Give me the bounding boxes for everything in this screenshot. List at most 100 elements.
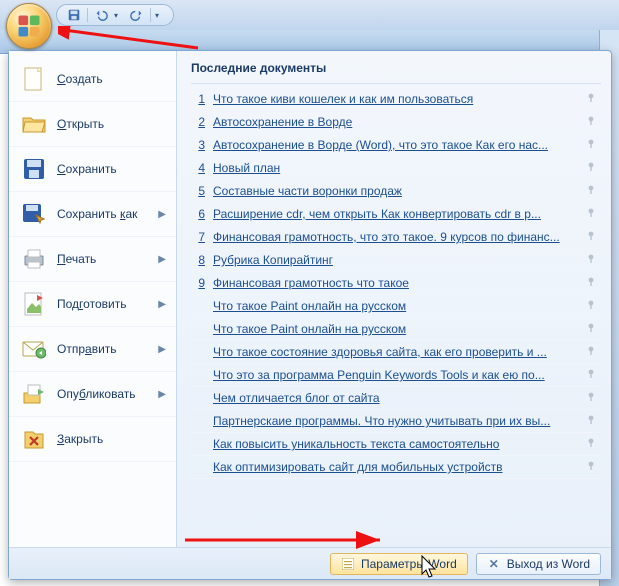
pin-icon[interactable] [585, 391, 599, 405]
recent-document-item[interactable]: 7 Финансовая грамотность, что это такое. … [191, 226, 601, 249]
menu-item-save-as[interactable]: Сохранить как ▶ [9, 192, 176, 237]
recent-doc-number: 4 [193, 161, 205, 175]
qat-redo-button[interactable] [128, 6, 146, 24]
office-menu-footer: Параметры Word ✕ Выход из Word [9, 547, 611, 579]
prepare-icon [21, 291, 47, 317]
recent-document-item[interactable]: 5Составные части воронки продаж [191, 180, 601, 203]
recent-doc-number: 6 [193, 207, 205, 221]
pin-icon[interactable] [585, 138, 599, 152]
menu-item-label: Открыть [57, 117, 166, 131]
pin-icon[interactable] [585, 437, 599, 451]
submenu-caret-icon: ▶ [158, 344, 166, 355]
qat-save-button[interactable] [65, 6, 83, 24]
menu-item-new[interactable]: Создать [9, 57, 176, 102]
pin-icon[interactable] [585, 299, 599, 313]
menu-item-label: Подготовить [57, 297, 148, 311]
recent-doc-number: 9 [193, 276, 205, 290]
recent-doc-label: Что такое Paint онлайн на русском [213, 299, 577, 313]
publish-icon [21, 381, 47, 407]
pin-icon[interactable] [585, 253, 599, 267]
pin-icon[interactable] [585, 460, 599, 474]
recent-doc-label: Новый план [213, 161, 577, 175]
open-folder-icon [21, 111, 47, 137]
recent-doc-label: Что такое Paint онлайн на русском [213, 322, 577, 336]
pin-icon[interactable] [585, 414, 599, 428]
pin-icon[interactable] [585, 161, 599, 175]
recent-document-item[interactable]: 6Расширение cdr, чем открыть Как конверт… [191, 203, 601, 226]
recent-document-item[interactable]: Что это за программа Penguin Keywords To… [191, 364, 601, 387]
recent-document-item[interactable]: 9Финансовая грамотность что такое [191, 272, 601, 295]
submenu-caret-icon: ▶ [158, 389, 166, 400]
recent-document-item[interactable]: Что такое Paint онлайн на русском [191, 295, 601, 318]
menu-item-label: Опубликовать [57, 387, 148, 401]
close-icon: ✕ [487, 557, 501, 571]
recent-doc-label: Финансовая грамотность, что это такое. 9… [213, 230, 577, 244]
recent-doc-label: Как оптимизировать сайт для мобильных ус… [213, 460, 577, 474]
recent-doc-label: Что такое киви кошелек и как им пользова… [213, 92, 577, 106]
menu-item-print[interactable]: Печать ▶ [9, 237, 176, 282]
pin-icon[interactable] [585, 368, 599, 382]
office-menu-body: Создать Открыть Сохранить Сохранить как [9, 51, 611, 547]
menu-item-open[interactable]: Открыть [9, 102, 176, 147]
recent-doc-number: 3 [193, 138, 205, 152]
pin-icon[interactable] [585, 184, 599, 198]
recent-doc-label: Партнерскаие программы. Что нужно учитыв… [213, 414, 577, 428]
recent-documents-panel: Последние документы 1Что такое киви коше… [177, 51, 611, 547]
recent-doc-number: 2 [193, 115, 205, 129]
menu-item-close[interactable]: Закрыть [9, 417, 176, 462]
recent-document-item[interactable]: Чем отличается блог от сайта [191, 387, 601, 410]
qat-undo-button[interactable] [92, 6, 110, 24]
menu-item-send[interactable]: Отправить ▶ [9, 327, 176, 372]
save-as-icon [21, 201, 47, 227]
pin-icon[interactable] [585, 207, 599, 221]
menu-item-label: Закрыть [57, 432, 166, 446]
qat-customize-caret-icon[interactable]: ▾ [155, 11, 165, 20]
recent-doc-label: Чем отличается блог от сайта [213, 391, 577, 405]
submenu-caret-icon: ▶ [158, 254, 166, 265]
recent-document-item[interactable]: 1Что такое киви кошелек и как им пользов… [191, 88, 601, 111]
save-icon [21, 156, 47, 182]
word-options-button[interactable]: Параметры Word [330, 553, 468, 575]
recent-documents-title: Последние документы [191, 59, 601, 84]
exit-word-button[interactable]: ✕ Выход из Word [476, 553, 601, 575]
send-icon [21, 336, 47, 362]
pin-icon[interactable] [585, 276, 599, 290]
print-icon [21, 246, 47, 272]
word-options-label: Параметры Word [361, 557, 457, 571]
recent-doc-label: Что это за программа Penguin Keywords To… [213, 368, 577, 382]
pin-icon[interactable] [585, 345, 599, 359]
recent-doc-number: 8 [193, 253, 205, 267]
recent-documents-list: 1Что такое киви кошелек и как им пользов… [191, 88, 601, 543]
recent-document-item[interactable]: 8Рубрика Копирайтинг [191, 249, 601, 272]
recent-doc-label: Автосохранение в Ворде [213, 115, 577, 129]
recent-doc-label: Автосохранение в Ворде (Word), что это т… [213, 138, 577, 152]
recent-document-item[interactable]: Как оптимизировать сайт для мобильных ус… [191, 456, 601, 479]
recent-document-item[interactable]: 4 Новый план [191, 157, 601, 180]
qat-separator [87, 8, 88, 22]
options-icon [341, 557, 355, 571]
pin-icon[interactable] [585, 230, 599, 244]
menu-item-label: Сохранить [57, 162, 166, 176]
qat-undo-caret-icon[interactable]: ▾ [114, 11, 124, 20]
recent-doc-number: 7 [193, 230, 205, 244]
pin-icon[interactable] [585, 92, 599, 106]
recent-document-item[interactable]: Что такое состояние здоровья сайта, как … [191, 341, 601, 364]
close-file-icon [21, 426, 47, 452]
menu-item-publish[interactable]: Опубликовать ▶ [9, 372, 176, 417]
new-document-icon [21, 66, 47, 92]
pin-icon[interactable] [585, 322, 599, 336]
office-button[interactable] [6, 3, 52, 49]
menu-item-prepare[interactable]: Подготовить ▶ [9, 282, 176, 327]
recent-document-item[interactable]: Партнерскаие программы. Что нужно учитыв… [191, 410, 601, 433]
recent-document-item[interactable]: Что такое Paint онлайн на русском [191, 318, 601, 341]
pin-icon[interactable] [585, 115, 599, 129]
recent-document-item[interactable]: 3 Автосохранение в Ворде (Word), что это … [191, 134, 601, 157]
menu-item-label: Печать [57, 252, 148, 266]
menu-item-label: Сохранить как [57, 207, 148, 221]
recent-document-item[interactable]: Как повысить уникальность текста самосто… [191, 433, 601, 456]
recent-doc-label: Как повысить уникальность текста самосто… [213, 437, 577, 451]
office-menu-panel: Создать Открыть Сохранить Сохранить как [8, 50, 612, 580]
menu-item-save[interactable]: Сохранить [9, 147, 176, 192]
exit-word-label: Выход из Word [507, 557, 590, 571]
recent-document-item[interactable]: 2 Автосохранение в Ворде [191, 111, 601, 134]
